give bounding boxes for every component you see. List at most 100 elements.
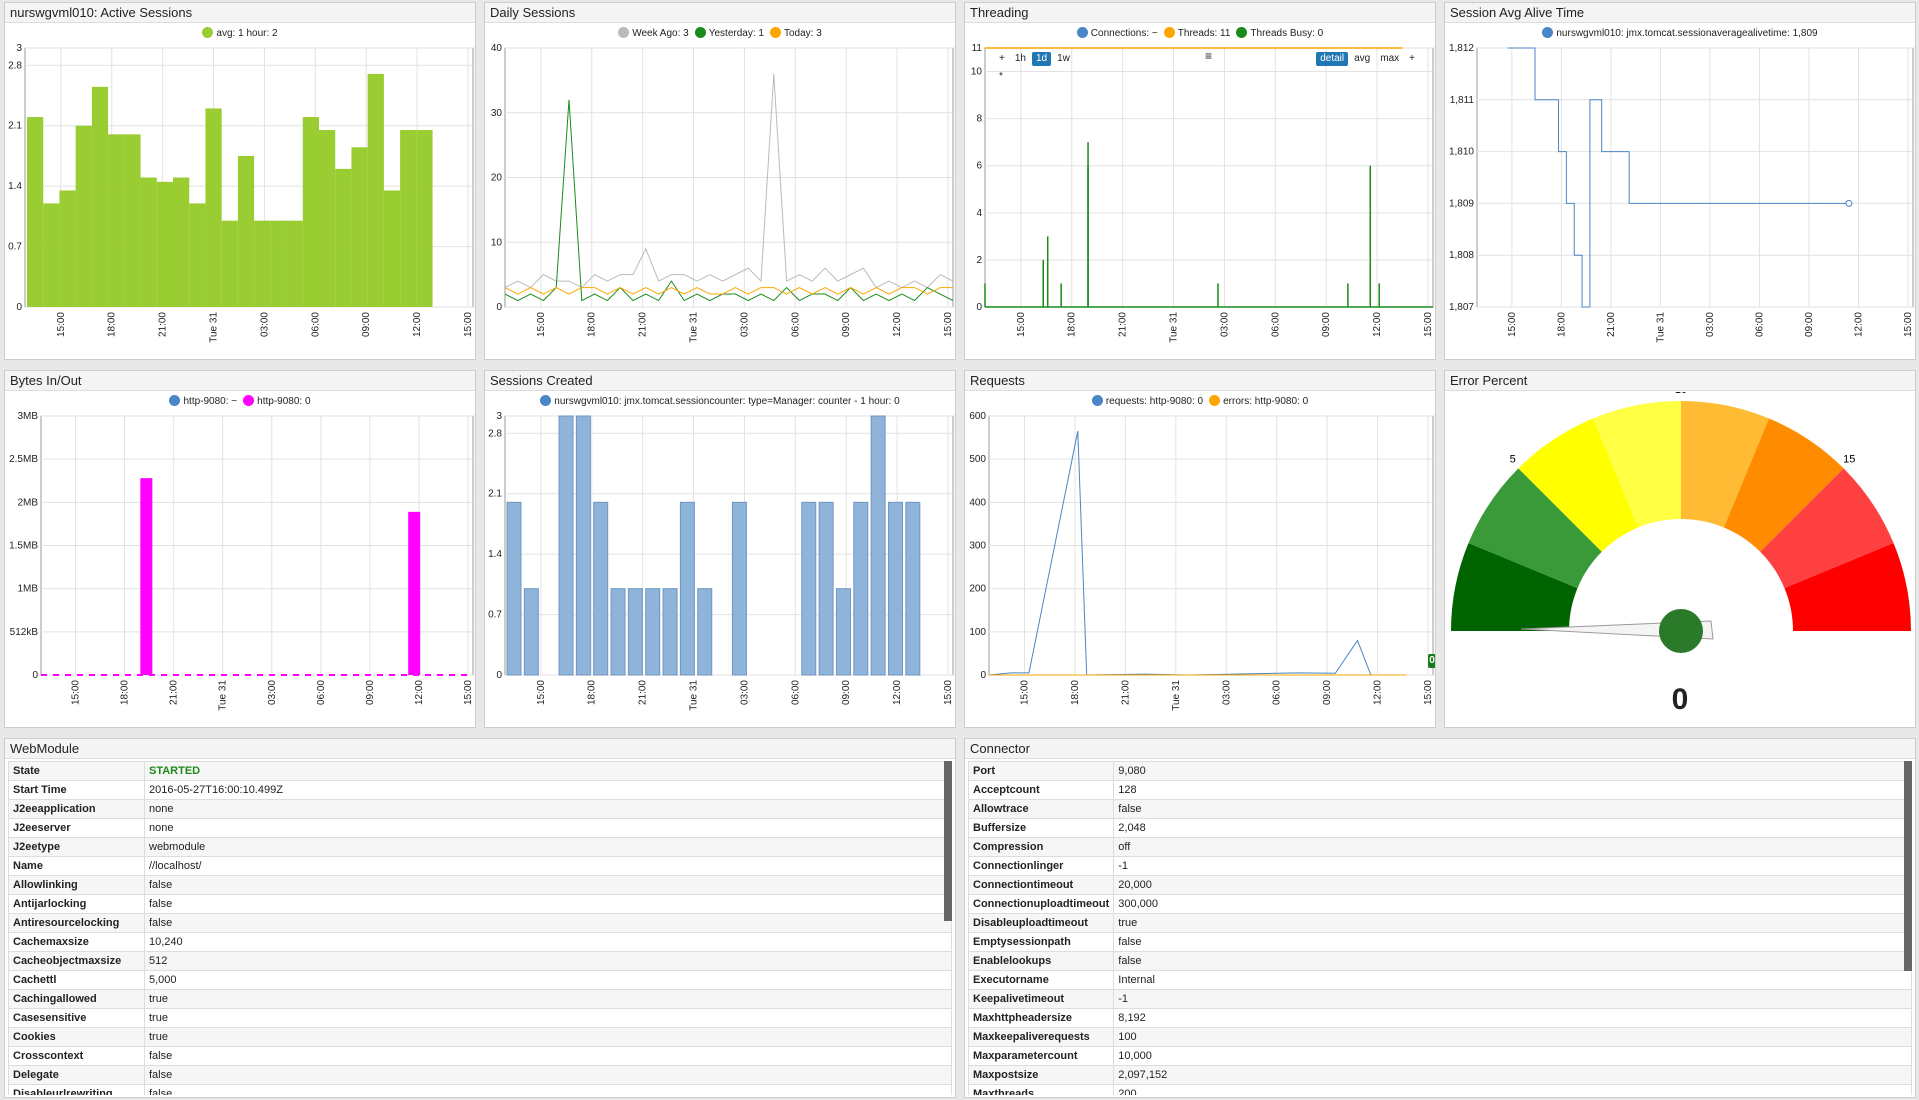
legend-item[interactable]: Week Ago: 3: [618, 24, 689, 44]
y-tick-label: 2.8: [488, 428, 502, 439]
bar: [593, 501, 609, 676]
star-marker: *: [999, 71, 1003, 82]
y-tick-label: 1,809: [1449, 198, 1474, 209]
chart-legend[interactable]: http-9080: − http-9080: 0: [5, 392, 475, 412]
bar: [400, 130, 417, 307]
x-tick-label: 18:00: [1067, 312, 1078, 337]
period-1h-button[interactable]: 1h: [1011, 52, 1030, 66]
legend-item[interactable]: avg: 1 hour: 2: [202, 24, 278, 44]
widget-title: nurswgvml010: Active Sessions: [5, 3, 475, 23]
property-value: webmodule: [144, 837, 952, 857]
webmodule-table-container[interactable]: State STARTED Start Time 2016-05-27T16:00:1…: [8, 761, 952, 1095]
y-tick-label: 40: [491, 44, 503, 54]
bar: [221, 220, 238, 307]
avg-button[interactable]: avg: [1350, 52, 1374, 66]
legend-item[interactable]: http-9080: 0: [243, 392, 311, 412]
table-row: Disableuploadtimeout true: [968, 913, 1912, 933]
bar: [59, 190, 76, 307]
x-tick-label: 03:00: [259, 312, 270, 337]
property-value: false: [144, 913, 952, 933]
legend-item[interactable]: Threads: 11: [1163, 24, 1230, 44]
bar: [408, 511, 421, 675]
y-tick-label: 2.1: [8, 121, 22, 132]
y-tick-label: 8: [976, 114, 982, 125]
property-value: Internal: [1113, 970, 1912, 990]
legend-item[interactable]: Yesterday: 1: [694, 24, 764, 44]
property-value: 10,000: [1113, 1046, 1912, 1066]
legend-item[interactable]: errors: http-9080: 0: [1209, 392, 1308, 412]
property-value: false: [1113, 799, 1912, 819]
widget-title: Daily Sessions: [485, 3, 955, 23]
legend-item[interactable]: http-9080: −: [169, 392, 237, 412]
connector-table-container[interactable]: Port 9,080 Acceptcount 128 Allowtrace false Bu…: [968, 761, 1912, 1095]
chart-legend[interactable]: requests: http-9080: 0 errors: http-9080:…: [965, 392, 1435, 412]
property-name: Maxparametercount: [968, 1046, 1115, 1066]
bar: [189, 203, 206, 307]
y-tick-label: 100: [969, 627, 986, 638]
x-tick-label: Tue 31: [218, 680, 229, 711]
legend-item[interactable]: Today: 3: [769, 24, 822, 44]
bar: [156, 181, 173, 307]
table-row: Disableurlrewriting false: [8, 1084, 952, 1095]
legend-item[interactable]: nurswgvml010: jmx.tomcat.sessionaveragea…: [1542, 24, 1818, 44]
legend-item[interactable]: Threads Busy: 0: [1236, 24, 1323, 44]
property-name: Delegate: [8, 1065, 145, 1085]
table-row: Crosscontext false: [8, 1046, 952, 1066]
chart-legend[interactable]: Connections: − Threads: 11 Threads Busy: 0: [965, 24, 1435, 44]
legend-label: errors: http-9080: 0: [1223, 396, 1309, 407]
property-value: true: [144, 1027, 952, 1047]
y-tick-label: 0: [496, 670, 502, 681]
legend-item[interactable]: nurswgvml010: jmx.tomcat.sessioncounter:…: [540, 392, 900, 412]
bar: [627, 588, 643, 676]
property-name: Allowlinking: [8, 875, 145, 895]
property-value: //localhost/: [144, 856, 952, 876]
zoom-in-button[interactable]: +: [995, 52, 1009, 66]
property-value: true: [1113, 913, 1912, 933]
chart-legend[interactable]: Week Ago: 3 Yesterday: 1 Today: 3: [485, 24, 955, 44]
x-tick-label: 12:00: [892, 680, 903, 705]
bar: [124, 134, 141, 307]
chart-legend[interactable]: nurswgvml010: jmx.tomcat.sessionaveragea…: [1445, 24, 1915, 44]
y-tick-label: 0: [496, 302, 502, 313]
property-name: Connectionlinger: [968, 856, 1115, 876]
bar: [887, 501, 903, 676]
legend-swatch: [1076, 27, 1088, 38]
property-name: J2eetype: [8, 837, 145, 857]
y-tick-label: 2.5MB: [9, 454, 38, 465]
property-name: Disableuploadtimeout: [968, 913, 1115, 933]
x-tick-label: 18:00: [120, 680, 131, 705]
chart-legend[interactable]: nurswgvml010: jmx.tomcat.sessioncounter:…: [485, 392, 955, 412]
y-tick-label: 1.4: [488, 549, 502, 560]
bar: [383, 190, 401, 307]
bar: [416, 130, 433, 307]
bar: [173, 177, 190, 307]
property-value: 2,048: [1113, 818, 1912, 838]
x-tick-label: 06:00: [310, 312, 321, 337]
detail-button[interactable]: detail: [1316, 52, 1349, 66]
x-tick-label: 15:00: [536, 680, 547, 705]
property-name: J2eeapplication: [8, 799, 145, 819]
scrollbar[interactable]: [1904, 761, 1912, 971]
property-name: Maxhttpheadersize: [968, 1008, 1115, 1028]
period-1d-button[interactable]: 1d: [1031, 52, 1052, 66]
threading-chart: 0 2 4 6 8 10 11 15:00 18:00 21:00 Tue 31 03:00 06:00…: [971, 44, 1434, 343]
add-button[interactable]: +: [1405, 52, 1419, 66]
scrollbar[interactable]: [944, 761, 952, 921]
x-tick-label: 06:00: [316, 680, 327, 705]
chart-legend[interactable]: avg: 1 hour: 2: [5, 24, 475, 44]
legend-item[interactable]: Connections: −: [1076, 24, 1158, 44]
y-tick-label: 3: [496, 412, 502, 422]
legend-item[interactable]: requests: http-9080: 0: [1091, 392, 1203, 412]
period-1w-button[interactable]: 1w: [1053, 52, 1074, 66]
widget-title: Connector: [965, 739, 1915, 759]
max-button[interactable]: max: [1376, 52, 1403, 66]
bar: [302, 117, 319, 307]
x-tick-label: 21:00: [1118, 312, 1129, 337]
legend-swatch: [1542, 27, 1554, 38]
sessions-created-chart: 0 0.7 1.4 2.1 2.8 3 15:00 18:00 21:00 Tue 31 03:00…: [488, 412, 954, 711]
bar: [835, 588, 851, 676]
menu-icon[interactable]: ≡: [1205, 49, 1212, 63]
stat-toolbar: detail avg max +: [1316, 52, 1421, 66]
widget-title: Error Percent: [1445, 371, 1915, 391]
x-tick-label: 15:00: [56, 312, 67, 337]
